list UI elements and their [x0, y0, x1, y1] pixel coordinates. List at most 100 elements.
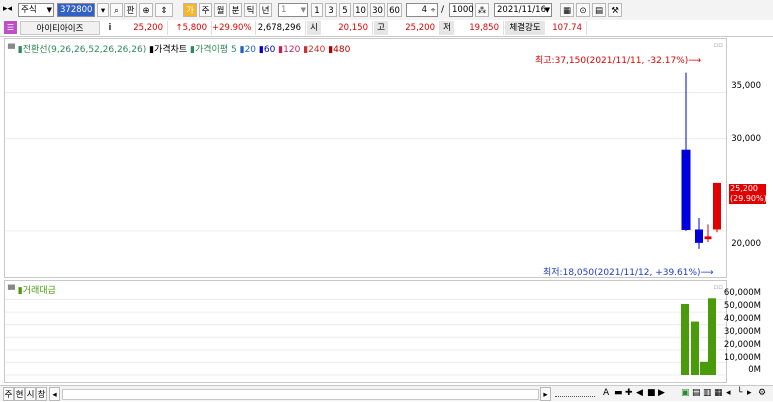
candle-body — [695, 229, 703, 243]
high-price: 25,200 — [388, 21, 440, 35]
ga-button[interactable]: 가 — [183, 3, 197, 17]
trade-value-svg — [5, 298, 726, 376]
period-month-button[interactable]: 월 — [214, 3, 227, 17]
low-price: 19,850 — [454, 21, 504, 35]
trade-value-bar — [681, 303, 689, 375]
high-label: 고 — [374, 21, 388, 35]
stop-icon[interactable]: ■ — [647, 386, 656, 400]
period-week-button[interactable]: 주 — [199, 3, 212, 17]
current-price: 25,200 — [120, 21, 168, 35]
corner-icon[interactable]: └ — [737, 386, 742, 400]
price-tick: 30,000 — [731, 134, 761, 144]
zoom-a-icon[interactable]: A — [603, 386, 609, 400]
chevron-down-icon: ▼ — [46, 6, 52, 14]
trade-value-panel[interactable]: ▀ ▮거래대금 ▫▫ — [4, 280, 727, 383]
stepper-icon: ÷ — [430, 6, 436, 14]
stock-name: 아이티아이즈 — [20, 21, 100, 35]
period-tick-button[interactable]: 틱 — [244, 3, 257, 17]
candle-body — [713, 182, 721, 230]
market-select[interactable]: 주식 ▼ — [18, 3, 54, 17]
high-annotation: 최고:37,150(2021/11/11, -32.17%)⟶ — [535, 53, 701, 66]
chevron-down-icon: ▼ — [300, 6, 306, 14]
print-icon[interactable]: ▥ — [703, 386, 712, 400]
price-tick: 35,000 — [731, 81, 761, 91]
interval-select[interactable]: 1 ▼ — [278, 3, 308, 17]
market-select-value: 주식 — [21, 5, 37, 15]
bottom-tab-chang[interactable]: 창 — [36, 387, 47, 401]
open-price: 20,150 — [321, 21, 373, 35]
bottom-tab-si[interactable]: 시 — [25, 387, 36, 401]
settings-icon[interactable]: ⚙ — [758, 386, 766, 400]
arrow-menu-icon[interactable]: ▸◂ — [3, 2, 12, 16]
interval-30-button[interactable]: 30 — [370, 3, 385, 17]
price-chart-panel[interactable]: ▀ ▮전환선(9,26,26,52,26,26,26) ▮가격차트 ▮가격이평 … — [4, 38, 727, 278]
arrow-right-icon[interactable]: ▸ — [747, 386, 752, 400]
high-annotation-text: 최고:37,150(2021/11/11, -32.17%) — [535, 56, 689, 66]
low-label: 저 — [440, 21, 454, 35]
prev-icon[interactable]: ◀ — [636, 386, 643, 400]
stock-menu-icon[interactable]: ☰ — [4, 21, 17, 34]
trade-value-axis: 60,000M 50,000M 40,000M 30,000M 20,000M … — [723, 280, 769, 383]
price-chart-svg — [5, 72, 726, 249]
low-annotation: 최저:18,050(2021/11/12, +39.61%)⟶ — [543, 265, 713, 278]
toolbar: ▸◂ 주식 ▼ 372800 ▾ ⌕ 판 ⊕ ⇕ 가 주 월 분 틱 년 1 ▼… — [0, 0, 773, 21]
period-minute-button[interactable]: 분 — [229, 3, 242, 17]
current-price-tag-value: 25,200 — [730, 184, 758, 193]
trade-tick: 10,000M — [723, 353, 761, 363]
chevron-down-icon: ▼ — [544, 6, 550, 14]
interval-60-button[interactable]: 60 — [387, 3, 402, 17]
zoom-icon[interactable]: ⊙ — [576, 3, 590, 17]
trade-value-bar — [691, 321, 699, 375]
date-select[interactable]: 2021/11/16 ▼ — [494, 3, 552, 17]
period-year-button[interactable]: 년 — [259, 3, 272, 17]
layout-icon[interactable]: ▦ — [560, 3, 574, 17]
search-icon[interactable]: ⌕ — [110, 3, 123, 17]
interval-5-button[interactable]: 5 — [339, 3, 351, 17]
change-rate: +29.90% — [212, 21, 256, 35]
volume: 2,678,296 — [256, 21, 306, 35]
pan-button[interactable]: 판 — [124, 3, 137, 17]
settings-icon[interactable]: ⊕ — [139, 3, 153, 17]
excel-icon[interactable]: ▣ — [681, 386, 690, 400]
trade-tick: 0M — [748, 365, 761, 375]
save-icon[interactable]: ▤ — [692, 386, 701, 400]
interval-select-value: 1 — [281, 5, 287, 15]
trade-tick: 50,000M — [723, 301, 761, 311]
code-input-value: 372800 — [60, 5, 93, 15]
trade-tick: 20,000M — [723, 340, 761, 350]
trade-tick: 30,000M — [723, 327, 761, 337]
bottom-bar: 주 현 시 창 ◂ ▸ A ▬ ✚ ◀ ■ ▶ ▣ ▤ ▥ ▦ ◂ └ ▸ ⚙ — [0, 385, 773, 401]
grid-icon[interactable]: ⁂ — [475, 3, 489, 17]
quote-bar: ☰ 아이티아이즈 i 25,200 ↑5,800 +29.90% 2,678,2… — [0, 20, 773, 37]
zoom-slider[interactable] — [555, 390, 595, 397]
code-input[interactable]: 372800 — [57, 3, 95, 17]
arrow-right-icon: ⟶ — [700, 268, 714, 278]
strength-value: 107.74 — [545, 21, 587, 35]
arrow-left-icon[interactable]: ◂ — [726, 386, 731, 400]
trade-tick: 40,000M — [723, 314, 761, 324]
interval-10-button[interactable]: 10 — [353, 3, 368, 17]
count-total-input[interactable]: 1000 — [449, 3, 474, 17]
next-icon[interactable]: ▶ — [658, 386, 665, 400]
interval-1-button[interactable]: 1 — [311, 3, 323, 17]
updown-icon[interactable]: ⇕ — [155, 3, 173, 17]
bottom-tab-hyeon[interactable]: 현 — [14, 387, 25, 401]
code-dropdown-button[interactable]: ▾ — [97, 3, 109, 17]
copy-icon[interactable]: ▦ — [714, 386, 723, 400]
arrow-right-icon: ⟶ — [688, 56, 702, 66]
price-tick: 20,000 — [731, 239, 761, 249]
scroll-right-button[interactable]: ▸ — [540, 387, 551, 401]
stock-info-button[interactable]: i — [104, 21, 116, 35]
scroll-left-button[interactable]: ◂ — [49, 387, 60, 401]
scrollbar-track[interactable] — [62, 389, 539, 400]
bottom-tab-ju[interactable]: 주 — [3, 387, 14, 401]
minus-icon[interactable]: ▬ — [614, 386, 623, 400]
interval-3-button[interactable]: 3 — [325, 3, 337, 17]
save-icon[interactable]: ▤ — [592, 3, 606, 17]
count-input-value: 4 — [421, 5, 427, 15]
tools-icon[interactable]: ⚒ — [608, 3, 622, 17]
count-input[interactable]: 4 ÷ — [406, 3, 438, 17]
trade-value-bar — [708, 298, 716, 375]
trade-tick: 60,000M — [723, 288, 761, 298]
plus-icon[interactable]: ✚ — [625, 386, 633, 400]
